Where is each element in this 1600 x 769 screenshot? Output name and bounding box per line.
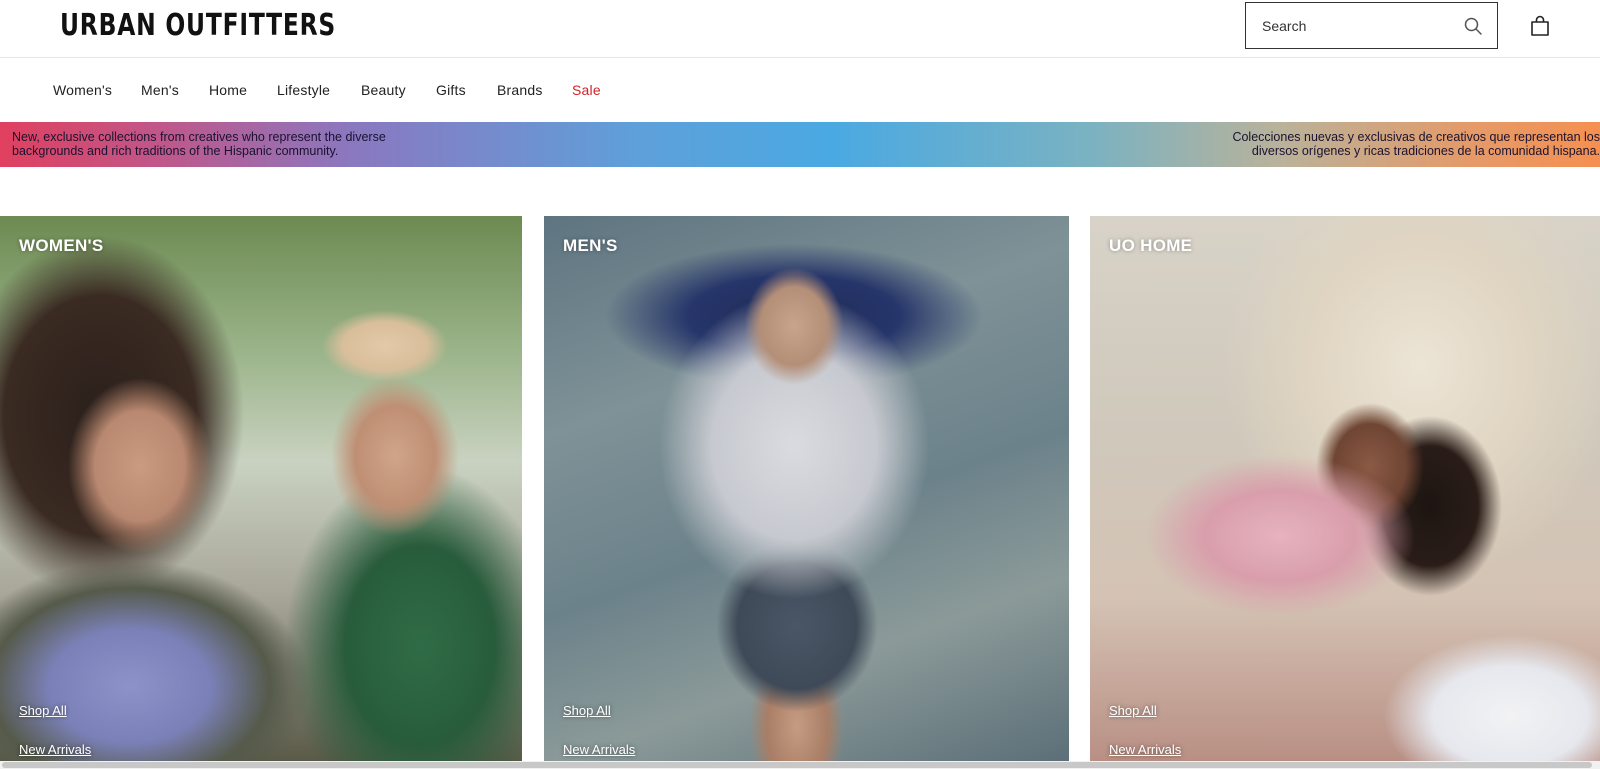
card-title: UO HOME bbox=[1109, 236, 1193, 255]
nav-item-brands[interactable]: Brands bbox=[497, 82, 543, 98]
shop-all-link[interactable]: Shop All bbox=[1109, 703, 1157, 718]
card-title: MEN'S bbox=[563, 236, 618, 255]
category-card-womens[interactable]: WOMEN'S Shop All New Arrivals bbox=[0, 216, 522, 761]
new-arrivals-link[interactable]: New Arrivals bbox=[1109, 742, 1181, 757]
promo-banner[interactable]: New, exclusive collections from creative… bbox=[0, 122, 1600, 167]
shop-all-link[interactable]: Shop All bbox=[19, 703, 67, 718]
banner-line: diversos orígenes y ricas tradiciones de… bbox=[1251, 144, 1600, 158]
shopping-bag-icon[interactable] bbox=[1528, 14, 1552, 38]
shop-all-link[interactable]: Shop All bbox=[563, 703, 611, 718]
category-card-uo-home[interactable]: UO HOME Shop All New Arrivals bbox=[1090, 216, 1600, 761]
scrollbar-thumb[interactable] bbox=[2, 762, 1592, 768]
nav-item-sale[interactable]: Sale bbox=[572, 82, 601, 98]
new-arrivals-link[interactable]: New Arrivals bbox=[563, 742, 635, 757]
banner-text-english: New, exclusive collections from creative… bbox=[12, 130, 432, 158]
banner-line: New, exclusive collections from creative… bbox=[12, 130, 386, 144]
banner-line: backgrounds and rich traditions of the H… bbox=[12, 144, 339, 158]
nav-item-mens[interactable]: Men's bbox=[141, 82, 179, 98]
search-input[interactable] bbox=[1246, 3, 1446, 48]
search-box[interactable] bbox=[1245, 2, 1498, 49]
card-title: WOMEN'S bbox=[19, 236, 104, 255]
search-icon[interactable] bbox=[1463, 16, 1483, 36]
nav-item-home[interactable]: Home bbox=[209, 82, 247, 98]
banner-text-spanish: Colecciones nuevas y exclusivas de creat… bbox=[1200, 130, 1600, 158]
nav-item-womens[interactable]: Women's bbox=[53, 82, 112, 98]
site-logo[interactable]: URBAN OUTFITTERS bbox=[60, 8, 336, 43]
site-header: URBAN OUTFITTERS bbox=[0, 0, 1600, 58]
nav-item-beauty[interactable]: Beauty bbox=[361, 82, 406, 98]
nav-item-gifts[interactable]: Gifts bbox=[436, 82, 466, 98]
main-nav: Women's Men's Home Lifestyle Beauty Gift… bbox=[0, 58, 1600, 122]
horizontal-scrollbar[interactable] bbox=[0, 761, 1600, 769]
category-card-mens[interactable]: MEN'S Shop All New Arrivals bbox=[544, 216, 1069, 761]
banner-line: Colecciones nuevas y exclusivas de creat… bbox=[1232, 130, 1600, 144]
nav-item-lifestyle[interactable]: Lifestyle bbox=[277, 82, 330, 98]
new-arrivals-link[interactable]: New Arrivals bbox=[19, 742, 91, 757]
